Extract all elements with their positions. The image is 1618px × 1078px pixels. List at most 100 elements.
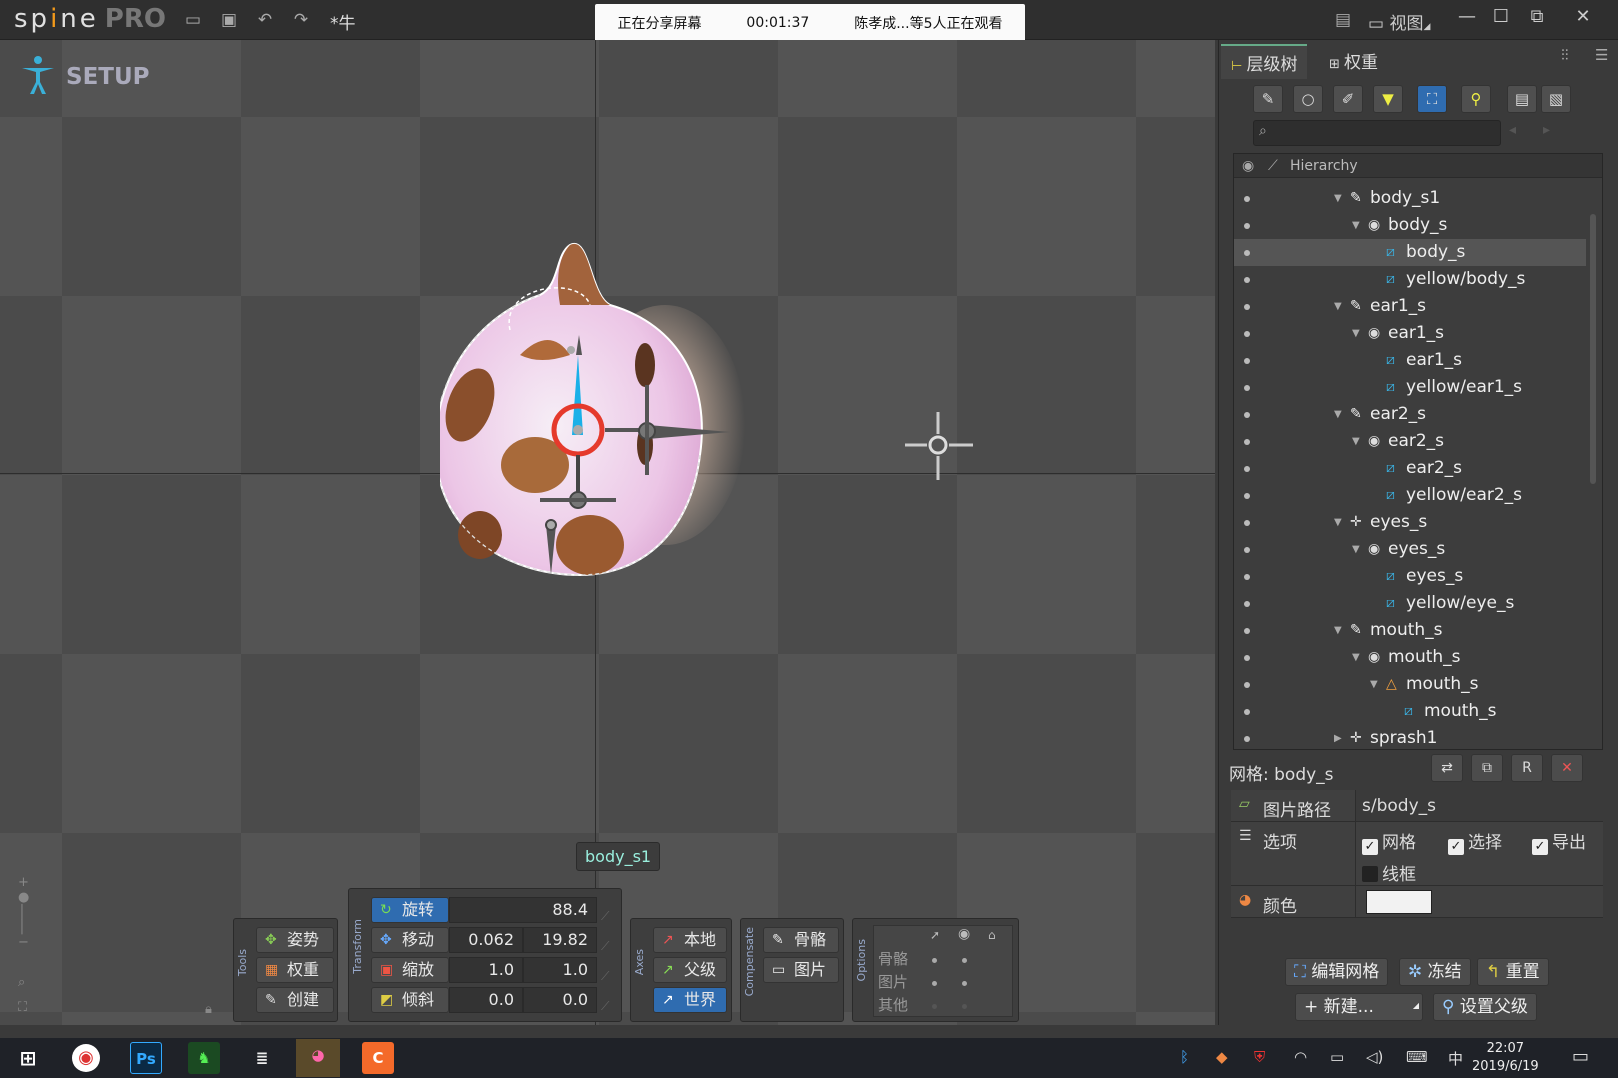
panel-settings-icon[interactable]: ⫶⫶ <box>1561 46 1569 64</box>
axes-parent-button[interactable]: ↗ 父级 <box>653 957 727 983</box>
tree-row[interactable]: ▶ ✛ sprash1 <box>1234 725 1586 749</box>
tree-row[interactable]: ⧄ body_s <box>1234 239 1586 266</box>
rotate-button[interactable]: ↻ 旋转 <box>371 897 449 923</box>
print-icon[interactable]: ▤ <box>1330 8 1356 32</box>
search-prev-icon[interactable]: ◂ <box>1509 122 1516 138</box>
canvas-viewport[interactable]: SETUP body_s1 + ● │ │ − ⌕ ⛶ 🔒︎ Tools ✥ 姿… <box>0 40 1215 1025</box>
save-icon[interactable]: ▣ <box>216 8 242 32</box>
tree-row[interactable]: ▼ ◉ eyes_s <box>1234 536 1586 563</box>
visibility-dot-icon[interactable] <box>1244 601 1250 607</box>
windows-start-icon[interactable]: ⊞ <box>12 1042 44 1074</box>
tree-row[interactable]: ▼ ◉ ear2_s <box>1234 428 1586 455</box>
tab-hierarchy[interactable]: ⊢ 层级树 <box>1221 44 1308 79</box>
reset-button[interactable]: ↰ 重置 <box>1477 958 1549 986</box>
tree-row[interactable]: ⧄ ear1_s <box>1234 347 1586 374</box>
tree-row[interactable]: ▼ ✛ eyes_s <box>1234 509 1586 536</box>
translate-x-field[interactable]: 0.062 <box>449 927 523 953</box>
battery-icon[interactable]: ▭ <box>1330 1048 1344 1066</box>
redo-icon[interactable]: ↷ <box>288 8 314 32</box>
restore-button[interactable]: ⧉ <box>1522 4 1552 30</box>
undo-icon[interactable]: ↶ <box>252 8 278 32</box>
view-menu-button[interactable]: ▭ 视图◢ <box>1368 9 1430 34</box>
panel-menu-icon[interactable]: ☰ <box>1595 46 1608 64</box>
zoom-slider-icon[interactable]: + ● │ │ − <box>18 875 29 950</box>
mesh-checkbox[interactable]: ✓ 网格 <box>1362 828 1416 855</box>
rename-icon[interactable]: R <box>1511 754 1543 782</box>
visibility-dot-icon[interactable] <box>1244 574 1250 580</box>
expand-arrow-icon[interactable]: ▼ <box>1370 671 1378 698</box>
tree-row[interactable]: ⧄ eyes_s <box>1234 563 1586 590</box>
tree-scrollbar[interactable] <box>1590 214 1596 484</box>
expand-arrow-icon[interactable]: ▼ <box>1334 401 1342 428</box>
visibility-dot-icon[interactable] <box>1244 736 1250 742</box>
expand-arrow-icon[interactable]: ▼ <box>1334 509 1342 536</box>
tree-row[interactable]: ▼ ✎ ear2_s <box>1234 401 1586 428</box>
filter-funnel-icon[interactable]: ▼ <box>1373 85 1403 113</box>
bones-visible-toggle[interactable] <box>962 958 967 963</box>
visibility-dot-icon[interactable] <box>1244 493 1250 499</box>
image-path-field[interactable]: s/body_s <box>1355 790 1603 821</box>
notification-icon[interactable]: ▭ <box>1572 1046 1589 1067</box>
axes-world-button[interactable]: ↗ 世界 <box>653 987 727 1013</box>
tab-weights[interactable]: ⊞ 权重 <box>1319 44 1388 77</box>
app-c-icon[interactable]: C <box>362 1042 394 1074</box>
new-button[interactable]: + 新建... ◢ <box>1295 993 1423 1021</box>
visibility-dot-icon[interactable] <box>1244 466 1250 472</box>
axes-local-button[interactable]: ↗ 本地 <box>653 927 727 953</box>
visibility-dot-icon[interactable] <box>1244 682 1250 688</box>
expand-arrow-icon[interactable]: ▼ <box>1352 536 1360 563</box>
visibility-dot-icon[interactable] <box>1244 547 1250 553</box>
visibility-dot-icon[interactable] <box>1244 628 1250 634</box>
wifi-icon[interactable]: ◠ <box>1294 1048 1307 1066</box>
origin-crosshair-icon[interactable] <box>905 412 975 482</box>
pose-tool-button[interactable]: ✥ 姿势 <box>256 927 334 953</box>
visibility-dot-icon[interactable] <box>1244 304 1250 310</box>
others-visible-toggle[interactable] <box>962 1004 967 1009</box>
tree-row[interactable]: ▼ ◉ mouth_s <box>1234 644 1586 671</box>
visibility-dot-icon[interactable] <box>1244 412 1250 418</box>
images-select-toggle[interactable] <box>932 981 937 986</box>
expand-icon[interactable]: ▧ <box>1541 85 1571 113</box>
zoom-magnifier-icon[interactable]: ⌕ <box>18 975 25 990</box>
delete-icon[interactable]: ✕ <box>1551 754 1583 782</box>
export-checkbox[interactable]: ✓ 导出 <box>1532 828 1586 855</box>
bluetooth-icon[interactable]: ᛒ <box>1180 1048 1189 1066</box>
spine-taskbar-icon[interactable]: ◕ <box>296 1039 340 1077</box>
maximize-button[interactable]: ☐ <box>1486 4 1516 30</box>
system-clock[interactable]: 22:07 2019/6/19 <box>1472 1040 1539 1076</box>
tree-row[interactable]: ⧄ yellow/body_s <box>1234 266 1586 293</box>
tree-row[interactable]: ▼ ◉ ear1_s <box>1234 320 1586 347</box>
scale-button[interactable]: ▣ 缩放 <box>371 957 449 983</box>
visibility-dot-icon[interactable] <box>1244 439 1250 445</box>
tree-row[interactable]: ▼ ✎ mouth_s <box>1234 617 1586 644</box>
find-icon[interactable]: ⚲ <box>1461 85 1491 113</box>
hierarchy-search-input[interactable] <box>1253 120 1501 146</box>
keyboard-icon[interactable]: ⌨ <box>1406 1048 1428 1066</box>
ime-indicator[interactable]: 中 <box>1448 1048 1463 1069</box>
app-dragon-icon[interactable]: ♞ <box>188 1042 220 1074</box>
tree-row[interactable]: ▼ ✎ ear1_s <box>1234 293 1586 320</box>
shear-x-field[interactable]: 0.0 <box>449 987 523 1013</box>
others-select-toggle[interactable] <box>932 1004 937 1009</box>
expand-arrow-icon[interactable]: ▶ <box>1334 725 1342 749</box>
expand-arrow-icon[interactable]: ▼ <box>1352 428 1360 455</box>
translate-y-field[interactable]: 19.82 <box>523 927 597 953</box>
translate-button[interactable]: ✥ 移动 <box>371 927 449 953</box>
filter-attachments-icon[interactable]: ✐ <box>1333 85 1363 113</box>
filter-bones-icon[interactable]: ✎ <box>1253 85 1283 113</box>
replace-icon[interactable]: ⇄ <box>1431 754 1463 782</box>
tree-row[interactable]: ⧄ yellow/eye_s <box>1234 590 1586 617</box>
fit-view-icon[interactable]: ⛶ <box>18 1000 27 1015</box>
freeze-button[interactable]: ✲ 冻结 <box>1399 958 1471 986</box>
visibility-dot-icon[interactable] <box>1244 277 1250 283</box>
minimize-button[interactable]: — <box>1452 4 1482 30</box>
create-tool-button[interactable]: ✎ 创建 <box>256 987 334 1013</box>
tree-row[interactable]: ⧄ yellow/ear1_s <box>1234 374 1586 401</box>
filter-slots-icon[interactable]: ○ <box>1293 85 1323 113</box>
tree-row[interactable]: ▼ ◉ body_s <box>1234 212 1586 239</box>
scale-y-field[interactable]: 1.0 <box>523 957 597 983</box>
visibility-dot-icon[interactable] <box>1244 358 1250 364</box>
lock-icon[interactable]: 🔒︎ <box>205 1002 212 1017</box>
bones-select-toggle[interactable] <box>932 958 937 963</box>
close-button[interactable]: ✕ <box>1568 4 1598 30</box>
